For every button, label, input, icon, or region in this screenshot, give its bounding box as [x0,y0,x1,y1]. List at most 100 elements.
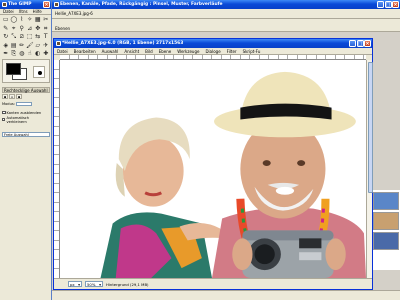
crop-icon[interactable]: ⌗ [42,25,50,33]
thumbnail[interactable] [373,192,399,210]
rect-select-icon[interactable]: ▭ [2,16,10,24]
mode-row: Modus: [2,101,50,106]
paths-icon[interactable]: ✎ [2,25,10,33]
chevron-down-icon: ▾ [78,281,80,287]
options-tab-1[interactable]: ▪ [2,94,8,99]
airbrush-icon[interactable]: ✈ [42,42,50,50]
tool-grid: ▭ ◯ ⌇ ✧ ▦ ✂ ✎ ⌖ ⚲ ⊿ ✥ ⌗ ↻ ⤡ ⧄ ⬚ ⇆ T ◈ ▤ ✏ 🖌 ▱ ✈ ✒ ⎘ ◍ ☝ ◐ ✚ [2,16,50,58]
layers-tab-bar: Ebenen [52,19,400,32]
brush-dot-icon [38,71,42,75]
feather-label: Automatisch verkleinern [6,115,30,124]
menu-bearbeiten[interactable]: Bearbeiten [74,49,96,54]
layers-dialog-titlebar[interactable]: Ebenen, Kanäle, Pfade, Rückgängig : Pins… [52,0,400,9]
image-selector[interactable]: Hellie_A7XE3.jpg-6 [55,11,93,16]
image-window-icon [55,40,61,46]
maximize-icon[interactable]: □ [384,1,392,8]
pencil-icon[interactable]: ✏ [18,42,26,50]
feather-checkbox[interactable] [2,117,6,122]
menu-filter[interactable]: Filter [227,49,237,54]
paintbrush-icon[interactable]: 🖌 [26,42,34,50]
scrollbar-thumb[interactable] [367,62,373,193]
ink-icon[interactable]: ✒ [2,50,10,58]
layer-thumbnails [372,190,400,270]
menu-hilfe[interactable]: Hilfe [33,9,42,14]
status-text: Hintergrund (29,1 MB) [106,281,149,287]
close-icon[interactable]: × [392,1,399,8]
antialias-row: Kanten ausblenden [2,110,50,115]
minimize-icon[interactable]: _ [349,40,356,47]
close-icon[interactable]: × [364,40,371,47]
maximize-icon[interactable]: □ [356,40,364,47]
scissors-icon[interactable]: ✂ [42,16,50,24]
feather-row: Automatisch verkleinern [2,115,50,124]
smudge-icon[interactable]: ☝ [26,50,34,58]
vertical-scrollbar[interactable] [366,60,373,278]
rotate-icon[interactable]: ↻ [2,33,10,41]
menu-datei[interactable]: Datei [3,9,14,14]
layers-tab[interactable]: Ebenen [55,26,70,31]
image-canvas[interactable] [60,60,366,278]
measure-icon[interactable]: ⊿ [26,25,34,33]
clone-icon[interactable]: ⎘ [10,50,18,58]
move-icon[interactable]: ✥ [34,25,42,33]
close-icon[interactable]: × [43,1,50,8]
minimize-icon[interactable]: _ [377,1,384,8]
menu-datei[interactable]: Datei [57,49,68,54]
menu-ansicht[interactable]: Ansicht [124,49,139,54]
layers-dialog-title: Ebenen, Kanäle, Pfade, Rückgängig : Pins… [60,2,223,7]
dodge-burn-icon[interactable]: ◐ [34,50,42,58]
layers-dialog-statusbar [52,290,400,300]
eraser-icon[interactable]: ▱ [34,42,42,50]
free-select-icon[interactable]: ⌇ [18,16,26,24]
image-window-titlebar[interactable]: *Hellie_A7XE3.jpg-6.0 (RGB, 1 Ebene) 271… [54,39,372,48]
tool-options-tabs: ▪ ▫ ▪ [2,94,22,99]
menu-werkzeuge[interactable]: Werkzeuge [177,49,199,54]
ellipse-select-icon[interactable]: ◯ [10,16,18,24]
image-menubar: Datei Bearbeiten Auswahl Ansicht Bild Eb… [54,48,372,55]
menu-xtns[interactable]: Xtns [19,9,28,14]
menu-dialoge[interactable]: Dialoge [205,49,220,54]
toolbox-window-controls: × [43,1,50,8]
zoom-select[interactable]: 50% ▾ [85,281,103,287]
options-tab-2[interactable]: ▫ [9,94,15,99]
bucket-fill-icon[interactable]: ◈ [2,42,10,50]
color-picker-icon[interactable]: ⌖ [10,25,18,33]
thumbnail[interactable] [373,232,399,250]
unit-select[interactable]: px ▾ [68,281,82,287]
image-statusbar: px ▾ 50% ▾ Hintergrund (29,1 MB) [54,278,372,289]
mode-select[interactable] [15,101,32,106]
shear-icon[interactable]: ⧄ [18,33,26,41]
fixed-select-label: Freie Auswahl [4,133,29,137]
zoom-icon[interactable]: ⚲ [18,25,26,33]
fuzzy-select-icon[interactable]: ✧ [26,16,34,24]
dialog-icon [53,1,59,7]
foreground-color-swatch[interactable] [6,63,21,75]
unit-value: px [70,281,75,287]
flip-icon[interactable]: ⇆ [34,33,42,41]
antialias-label: Kanten ausblenden [6,110,42,115]
color-area [2,59,50,83]
image-window-title: *Hellie_A7XE3.jpg-6.0 (RGB, 1 Ebene) 271… [62,41,184,46]
antialias-checkbox[interactable] [2,110,6,115]
mode-label: Modus: [2,101,15,106]
options-tab-3[interactable]: ▪ [16,94,22,99]
menu-auswahl[interactable]: Auswahl [102,49,119,54]
menu-bild[interactable]: Bild [145,49,153,54]
toolbox-titlebar[interactable]: The GIMP × [0,0,51,9]
thumbnail[interactable] [373,212,399,230]
menu-ebene[interactable]: Ebene [159,49,172,54]
heal-icon[interactable]: ✚ [42,50,50,58]
brush-preview[interactable] [33,66,45,78]
zoom-value: 50% [87,281,96,287]
fixed-select-dropdown[interactable]: Freie Auswahl [2,132,50,137]
text-icon[interactable]: T [42,33,50,41]
image-window-controls: _ □ × [349,40,371,47]
blend-icon[interactable]: ▤ [10,42,18,50]
menu-skript-fu[interactable]: Skript-Fu [243,49,261,54]
scale-icon[interactable]: ⤡ [10,33,18,41]
gimp-toolbox-window: The GIMP × Datei Xtns Hilfe ▭ ◯ ⌇ ✧ ▦ ✂ ✎ ⌖ ⚲ ⊿ ✥ ⌗… [0,0,52,300]
perspective-icon[interactable]: ⬚ [26,33,34,41]
color-select-icon[interactable]: ▦ [34,16,42,24]
convolve-icon[interactable]: ◍ [18,50,26,58]
layers-dialog-controls: _ □ × [377,1,399,8]
